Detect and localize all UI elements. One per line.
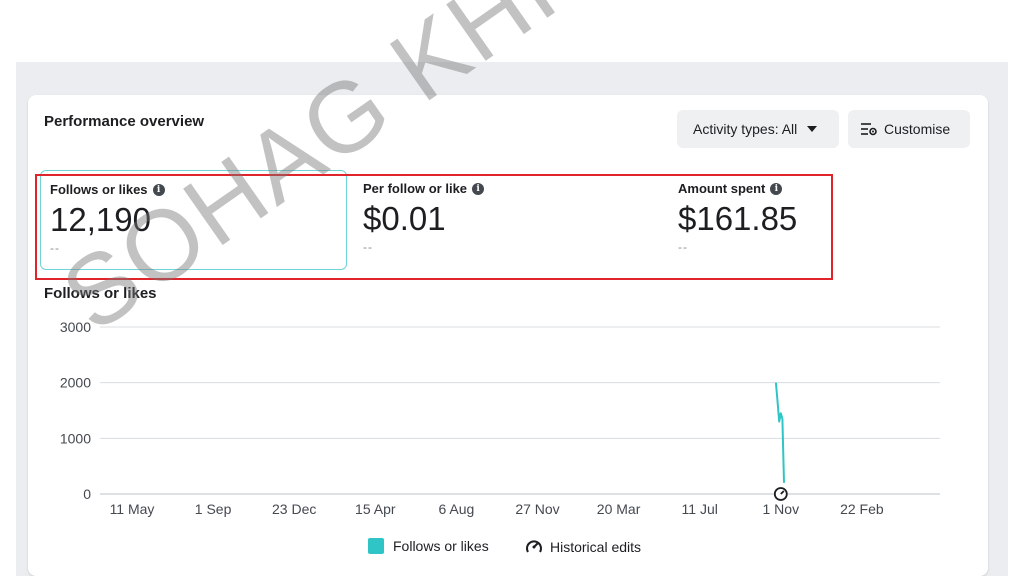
legend-item-historical-edits[interactable]: Historical edits [524, 538, 641, 556]
x-tick-label: 20 Mar [597, 501, 641, 517]
line-chart: 3000 2000 1000 0 11 May 1 Sep 23 Dec 15 Apr 6 Au… [60, 319, 940, 517]
legend-label: Historical edits [550, 539, 642, 555]
gauge-icon [526, 540, 542, 553]
y-tick-label: 0 [83, 486, 91, 502]
legend-item-follows[interactable]: Follows or likes [368, 538, 489, 554]
y-tick-label: 3000 [60, 319, 91, 335]
legend-label: Follows or likes [393, 538, 489, 554]
x-tick-label: 11 May [110, 501, 155, 517]
y-tick-label: 2000 [60, 375, 91, 391]
x-tick-label: 27 Nov [515, 501, 559, 517]
x-tick-label: 22 Feb [840, 501, 884, 517]
legend-swatch [368, 538, 384, 554]
y-tick-label: 1000 [60, 430, 91, 446]
x-tick-label: 15 Apr [355, 501, 396, 517]
historical-edit-marker[interactable] [773, 487, 788, 501]
x-tick-label: 1 Sep [195, 501, 232, 517]
x-tick-label: 1 Nov [763, 501, 800, 517]
x-tick-label: 23 Dec [272, 501, 316, 517]
x-tick-label: 6 Aug [438, 501, 474, 517]
series-line [774, 382, 785, 483]
x-tick-label: 11 Jul [682, 501, 718, 517]
